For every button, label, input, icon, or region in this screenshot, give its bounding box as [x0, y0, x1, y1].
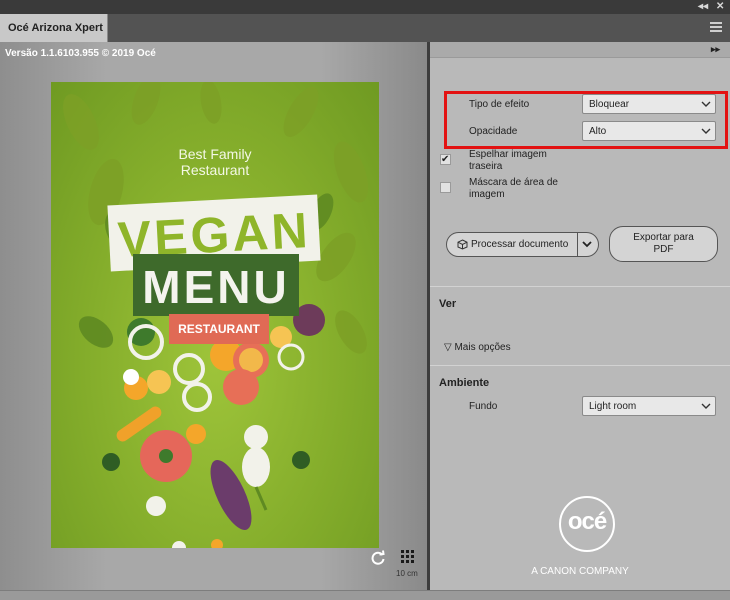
mirror-backside-label-line1: Espelhar imagem [469, 149, 547, 160]
environment-section-title: Ambiente [439, 377, 490, 389]
settings-panel: ▸▸ Tipo de efeito Bloquear Opacidade Alt… [430, 42, 730, 590]
effect-type-select[interactable]: Bloquear [582, 94, 716, 114]
poster-subtitle-line2: Restaurant [180, 162, 250, 178]
divider [430, 286, 730, 287]
more-options-toggle[interactable]: ▽ Mais opções [444, 342, 511, 353]
rotate-refresh-icon[interactable] [370, 550, 386, 566]
background-label: Fundo [469, 401, 498, 412]
background-value: Light room [589, 401, 637, 412]
button-separator [577, 233, 578, 256]
divider [430, 365, 730, 366]
triangle-down-icon: ▽ [444, 342, 455, 353]
bottom-resize-strip[interactable] [0, 590, 730, 600]
scale-label: 10 cm [396, 569, 418, 578]
poster-restaurant-badge: RESTAURANT [169, 314, 269, 344]
image-area-mask-label-line1: Máscara de área de [469, 177, 558, 188]
effect-type-label: Tipo de efeito [469, 99, 530, 110]
checkmark-icon: ✔ [441, 154, 450, 165]
version-label: Versão 1.1.6103.955 © 2019 Océ [5, 48, 156, 59]
more-options-label: Mais opções [454, 342, 511, 353]
cube-icon [457, 239, 468, 250]
close-icon[interactable]: ✕ [716, 0, 724, 14]
oce-logo-text: océ [567, 508, 607, 535]
oce-logo: océ [559, 496, 615, 552]
grid-icon[interactable] [401, 550, 415, 564]
canon-company-tagline: A CANON COMPANY [531, 566, 629, 577]
poster-preview-image: Best Family Restaurant VEGAN MENU RESTAU… [51, 82, 379, 548]
mirror-backside-label-line2: traseira [469, 161, 503, 172]
export-pdf-label-line2: PDF [653, 244, 674, 255]
panel-menu-icon[interactable] [710, 22, 722, 33]
image-area-mask-label: Máscara de área de imagem [469, 177, 558, 201]
view-section-title: Ver [439, 298, 457, 310]
tab-oce-arizona-xpert[interactable]: Océ Arizona Xpert [0, 14, 108, 42]
process-document-label: Processar documento [471, 239, 569, 250]
poster-subtitle-line1: Best Family [178, 146, 252, 162]
poster-subtitle: Best Family Restaurant [51, 146, 379, 178]
tab-bar: Océ Arizona Xpert [0, 14, 730, 42]
mirror-backside-checkbox[interactable]: ✔ [440, 154, 451, 165]
preview-area: Versão 1.1.6103.955 © 2019 Océ Best Fami… [0, 42, 427, 590]
chevron-down-icon [701, 403, 711, 409]
chevron-down-icon [701, 101, 711, 107]
window-titlebar: ◂◂ ✕ [0, 0, 730, 14]
process-options-dropdown-icon[interactable] [581, 239, 593, 249]
expand-panel-icon[interactable]: ▸▸ [711, 44, 720, 55]
collapse-panel-icon[interactable]: ◂◂ [698, 0, 708, 14]
image-area-mask-checkbox[interactable] [440, 182, 451, 193]
poster-restaurant-text: RESTAURANT [178, 322, 260, 336]
opacity-select[interactable]: Alto [582, 121, 716, 141]
poster-menu-banner: MENU [133, 254, 299, 316]
background-select[interactable]: Light room [582, 396, 716, 416]
opacity-label: Opacidade [469, 126, 518, 137]
chevron-down-icon [701, 128, 711, 134]
mirror-backside-label: Espelhar imagem traseira [469, 149, 547, 173]
export-pdf-button[interactable]: Exportar para PDF [609, 226, 718, 262]
image-area-mask-label-line2: imagem [469, 189, 505, 200]
effect-type-value: Bloquear [589, 99, 630, 110]
poster-menu-text: MENU [142, 261, 290, 313]
export-pdf-label-line1: Exportar para [633, 232, 694, 243]
panel-header: ▸▸ [430, 42, 730, 58]
opacity-value: Alto [589, 126, 607, 137]
process-document-button[interactable]: Processar documento [446, 232, 599, 257]
